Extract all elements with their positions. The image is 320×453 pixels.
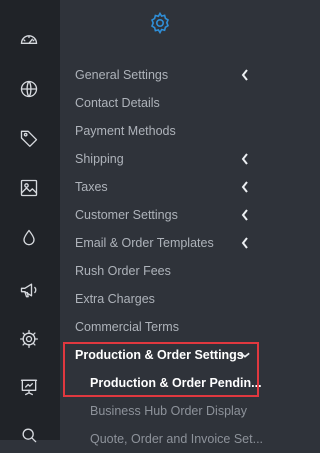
- settings-panel: General Settings Contact Details Payment…: [60, 0, 263, 446]
- submenu-item-quote-order-invoice[interactable]: Quote, Order and Invoice Set...: [60, 425, 264, 453]
- settings-menu: General Settings Contact Details Payment…: [60, 61, 264, 453]
- menu-item-shipping[interactable]: Shipping: [60, 145, 260, 173]
- image-icon[interactable]: [18, 177, 40, 199]
- tag-icon[interactable]: [18, 127, 40, 149]
- menu-item-label: Quote, Order and Invoice Set...: [90, 432, 264, 446]
- dashboard-icon[interactable]: [18, 29, 40, 51]
- megaphone-icon[interactable]: [18, 279, 40, 301]
- gear-icon: [148, 11, 172, 35]
- menu-item-label: Production & Order Pendin...: [90, 376, 262, 390]
- submenu-item-business-hub-order-display[interactable]: Business Hub Order Display: [60, 397, 260, 425]
- menu-item-rush-order-fees[interactable]: Rush Order Fees: [60, 257, 260, 285]
- chevron-left-icon: [240, 173, 250, 201]
- chevron-left-icon: [240, 229, 250, 257]
- menu-item-label: Production & Order Settings: [75, 348, 244, 362]
- menu-item-label: General Settings: [75, 68, 169, 82]
- menu-item-label: Shipping: [75, 152, 124, 166]
- menu-item-label: Business Hub Order Display: [90, 404, 248, 418]
- menu-item-payment-methods[interactable]: Payment Methods: [60, 117, 260, 145]
- menu-item-commercial-terms[interactable]: Commercial Terms: [60, 313, 260, 341]
- presentation-icon[interactable]: [18, 376, 40, 398]
- menu-item-label: Payment Methods: [75, 124, 176, 138]
- chevron-left-icon: [240, 61, 250, 89]
- submenu-item-production-order-pending[interactable]: Production & Order Pendin...: [60, 369, 262, 397]
- menu-item-label: Extra Charges: [75, 292, 155, 306]
- menu-item-label: Taxes: [75, 180, 108, 194]
- menu-item-email-order-templates[interactable]: Email & Order Templates: [60, 229, 260, 257]
- menu-item-label: Rush Order Fees: [75, 264, 171, 278]
- chevron-down-icon: [240, 341, 250, 369]
- menu-item-production-order-settings[interactable]: Production & Order Settings: [60, 341, 260, 369]
- menu-item-label: Email & Order Templates: [75, 236, 214, 250]
- droplet-icon[interactable]: [18, 227, 40, 249]
- menu-item-taxes[interactable]: Taxes: [60, 173, 260, 201]
- icon-rail: [0, 0, 60, 443]
- search-icon[interactable]: [18, 424, 40, 446]
- menu-item-label: Customer Settings: [75, 208, 178, 222]
- chevron-left-icon: [240, 201, 250, 229]
- menu-item-customer-settings[interactable]: Customer Settings: [60, 201, 260, 229]
- chevron-left-icon: [240, 145, 250, 173]
- menu-item-label: Commercial Terms: [75, 320, 179, 334]
- menu-item-extra-charges[interactable]: Extra Charges: [60, 285, 260, 313]
- menu-item-general-settings[interactable]: General Settings: [60, 61, 260, 89]
- menu-item-contact-details[interactable]: Contact Details: [60, 89, 260, 117]
- gear-icon[interactable]: [18, 328, 40, 350]
- menu-item-label: Contact Details: [75, 96, 160, 110]
- globe-icon[interactable]: [18, 78, 40, 100]
